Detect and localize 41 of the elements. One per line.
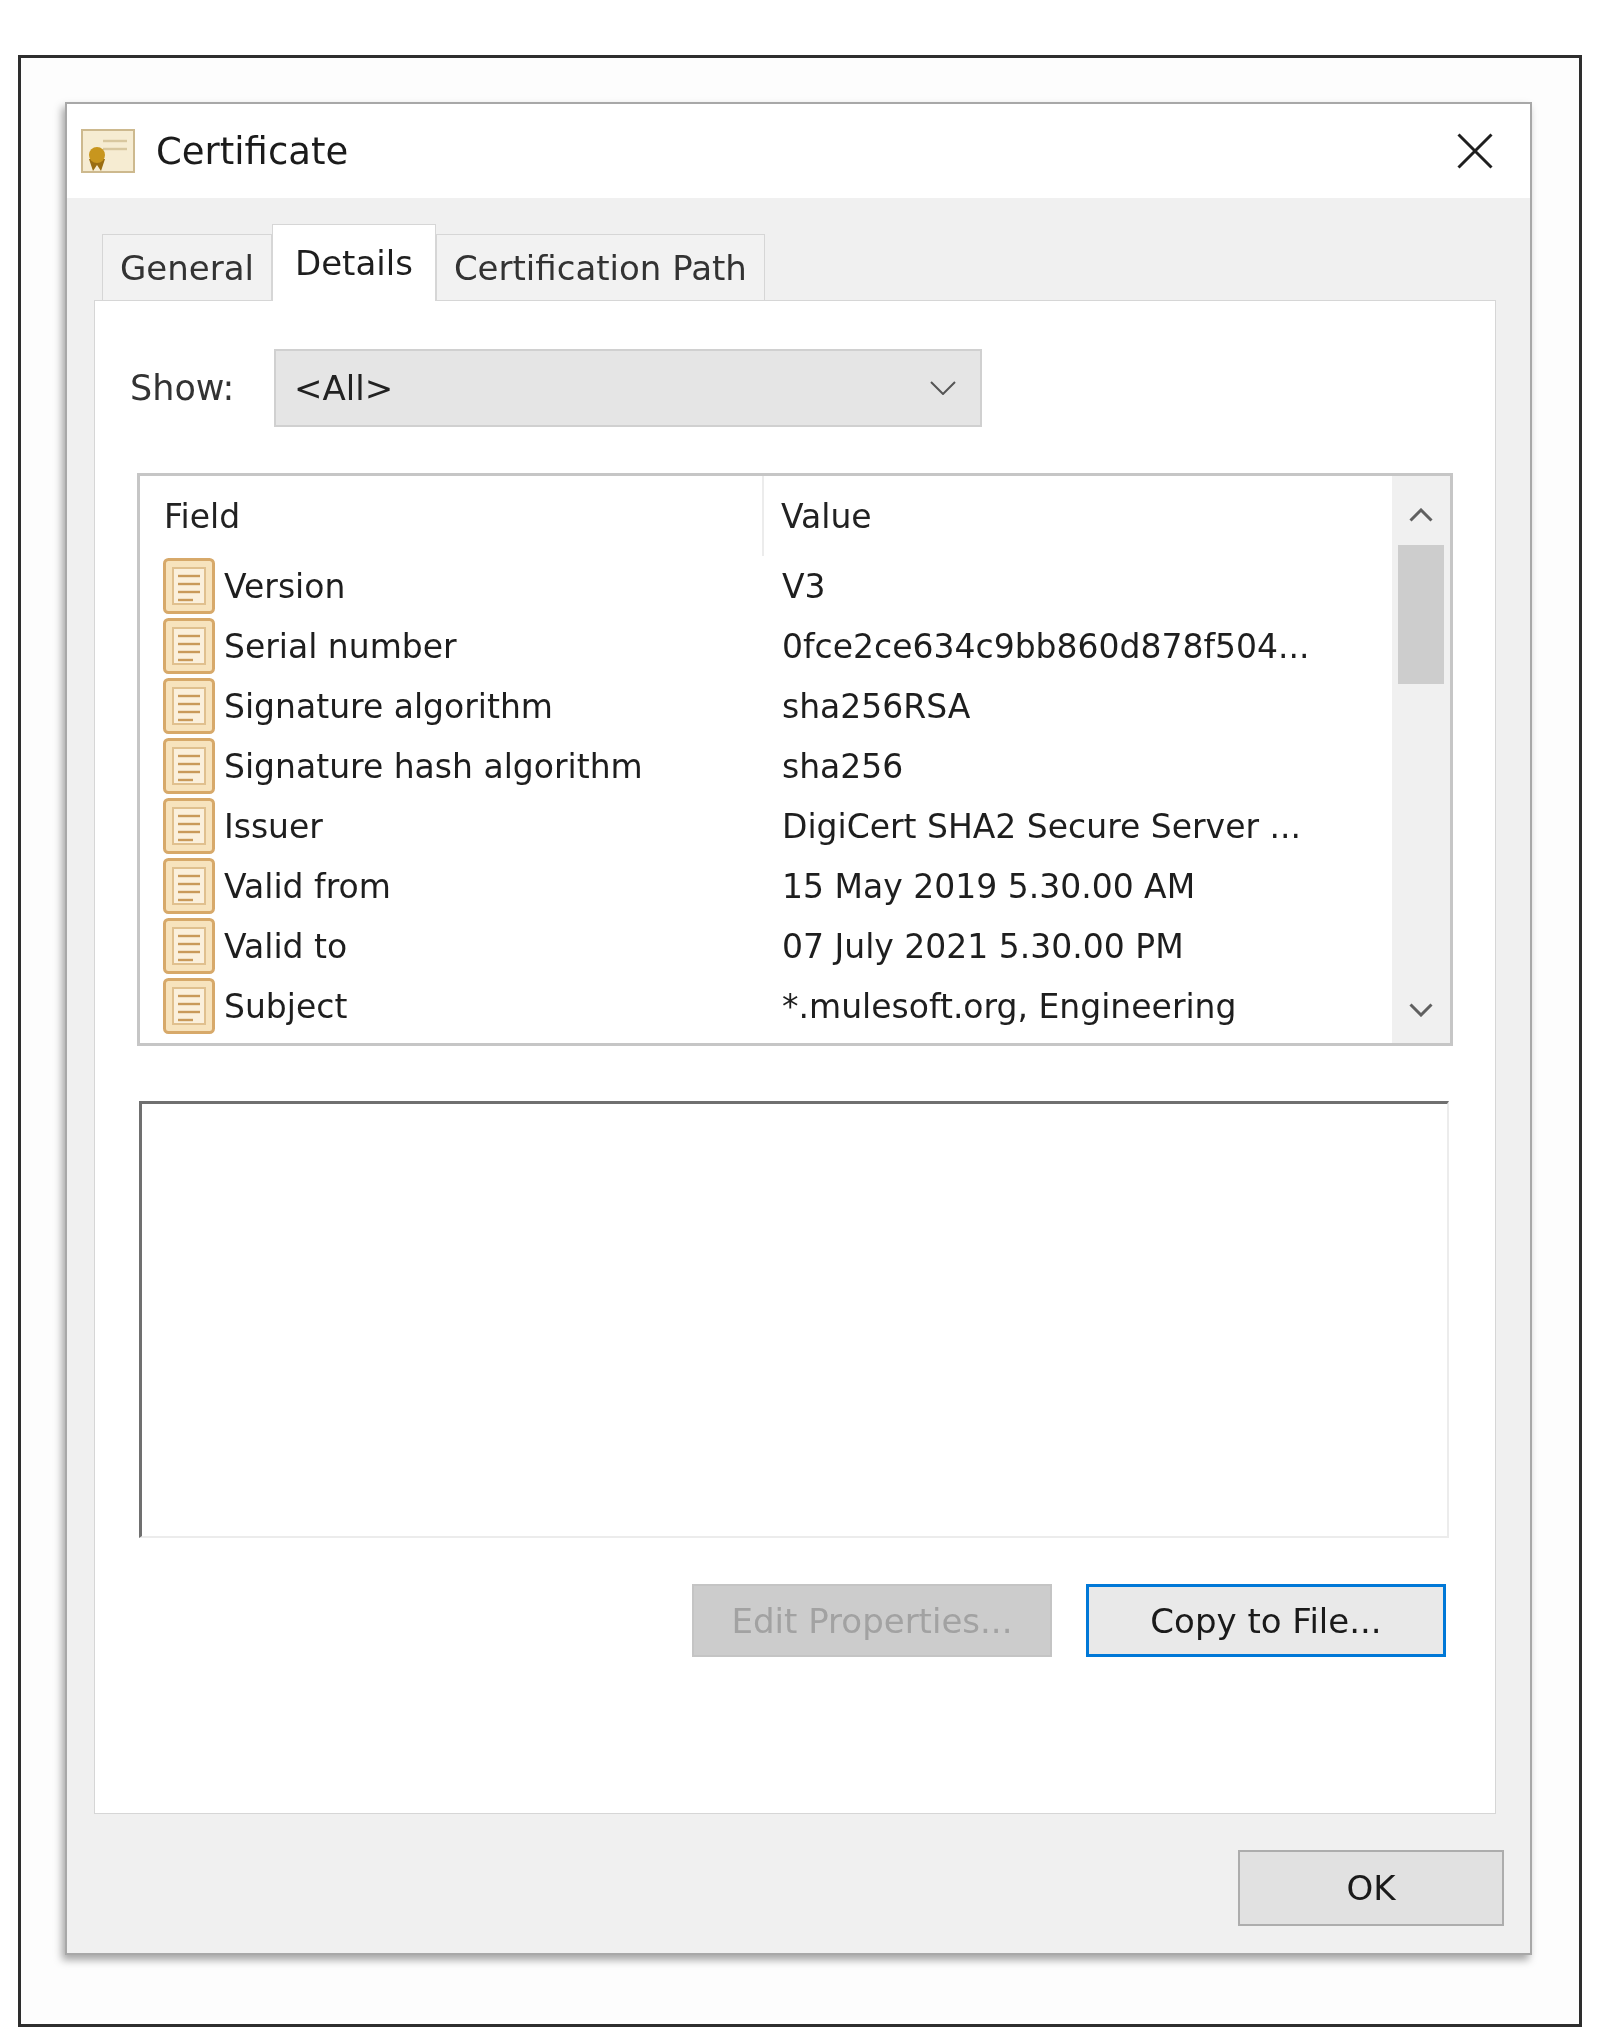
window-title: Certificate <box>156 129 349 173</box>
certificate-icon <box>81 129 135 173</box>
field-value: 0fce2ce634c9bb860d878f504... <box>782 626 1310 666</box>
document-icon <box>163 918 215 974</box>
field-name: Valid to <box>224 926 348 966</box>
chevron-down-icon <box>930 381 956 395</box>
field-value: V3 <box>782 566 826 606</box>
tab[interactable]: Certification Path <box>435 234 765 300</box>
field-name: Serial number <box>224 626 457 666</box>
scroll-down-icon[interactable] <box>1409 1003 1433 1017</box>
scrollbar-track[interactable] <box>1392 476 1450 1043</box>
field-value: 07 July 2021 5.30.00 PM <box>782 926 1184 966</box>
field-name: Subject <box>224 986 348 1026</box>
document-icon <box>163 738 215 794</box>
show-dropdown[interactable]: <All> <box>274 349 982 427</box>
field-name: Valid from <box>224 866 391 906</box>
field-name: Signature algorithm <box>224 686 553 726</box>
column-header[interactable]: Value <box>764 476 1392 556</box>
scrollbar-thumb[interactable] <box>1398 545 1444 684</box>
document-icon <box>163 978 215 1034</box>
field-value: 15 May 2019 5.30.00 AM <box>782 866 1196 906</box>
action-button[interactable]: Copy to File... <box>1086 1584 1446 1657</box>
field-name: Version <box>224 566 346 606</box>
field-value: sha256RSA <box>782 686 971 726</box>
field-value: *.mulesoft.org, Engineering <box>782 986 1237 1026</box>
document-icon <box>163 798 215 854</box>
field-value: sha256 <box>782 746 904 786</box>
scroll-up-icon[interactable] <box>1409 508 1433 522</box>
tab[interactable]: Details <box>272 224 436 301</box>
close-icon[interactable] <box>1457 133 1493 169</box>
document-icon <box>163 678 215 734</box>
field-name: Signature hash algorithm <box>224 746 643 786</box>
column-header[interactable]: Field <box>140 476 764 556</box>
ok-button[interactable]: OK <box>1238 1850 1504 1926</box>
tab[interactable]: General <box>102 234 272 300</box>
field-value: DigiCert SHA2 Secure Server ... <box>782 806 1301 846</box>
document-icon <box>163 618 215 674</box>
field-name: Issuer <box>224 806 323 846</box>
document-icon <box>163 858 215 914</box>
show-label: Show: <box>130 368 236 408</box>
document-icon <box>163 558 215 614</box>
